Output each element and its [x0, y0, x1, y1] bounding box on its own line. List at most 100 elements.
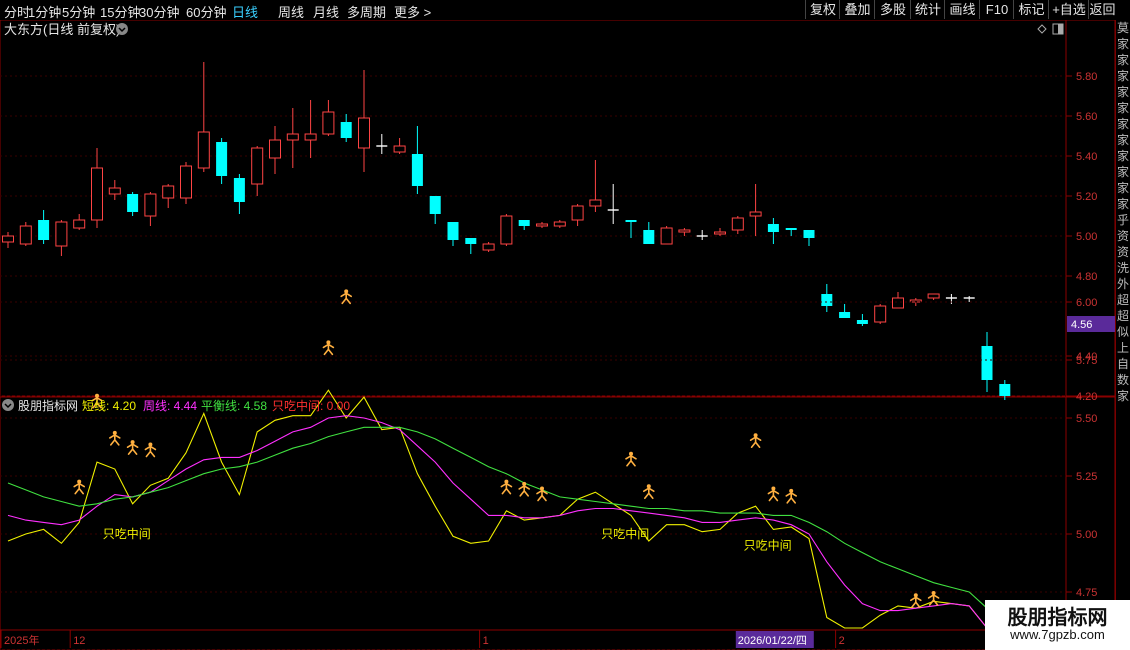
- sidebar-glyph: 自: [1116, 357, 1129, 371]
- toolbar-item-9[interactable]: 多周期: [347, 2, 386, 21]
- toolbar-item-2[interactable]: 5分钟: [62, 2, 95, 21]
- cursor-date-label: 2026/01/22/四: [738, 635, 807, 647]
- indicator-label-1: 周线: 4.44: [143, 399, 197, 413]
- candle-body: [678, 229, 691, 233]
- candle-body: [411, 154, 423, 186]
- sidebar-glyph: 家: [1116, 69, 1129, 83]
- indicator-panel-frame: [0, 396, 1067, 631]
- y-tick-label: 5.40: [1076, 151, 1097, 163]
- candle-body: [19, 225, 32, 245]
- candle-body: [927, 293, 940, 299]
- toolbar-item-4[interactable]: 30分钟: [139, 2, 179, 21]
- signal-annotation: 只吃中间: [744, 538, 792, 553]
- indicator-y-tick-label: 5.25: [1076, 471, 1097, 483]
- indicator-value-labels: 短线: 4.20 周线: 4.44 平衡线: 4.58 只吃中间: 0.00: [82, 398, 350, 413]
- panel-toggle-half-icon: [1058, 24, 1063, 34]
- toolbar-button-7[interactable]: +自选: [1048, 0, 1089, 19]
- stock-title: 大东方(日线 前复权): [4, 22, 120, 37]
- sidebar-glyph: 外: [1116, 277, 1129, 291]
- sidebar-glyph: 家: [1116, 389, 1129, 403]
- sidebar-glyph: 家: [1116, 53, 1129, 67]
- candle-body: [162, 185, 175, 199]
- sidebar-glyph: 家: [1116, 165, 1129, 179]
- y-tick-label: 5.60: [1076, 111, 1097, 123]
- indicator-y-tick-label: 6.00: [1076, 297, 1097, 309]
- candle-body: [785, 228, 797, 230]
- toolbar-item-6[interactable]: 日线: [232, 2, 258, 21]
- toolbar-item-1[interactable]: 1分钟: [28, 2, 61, 21]
- candle-body: [892, 297, 904, 309]
- indicator-label-3: 只吃中间: 0.00: [272, 398, 350, 413]
- candle-body: [216, 142, 228, 176]
- sidebar-glyph: 家: [1116, 85, 1129, 99]
- candle-body: [749, 211, 762, 217]
- right-stock-list[interactable]: 莫家家家家家家家家家家家乎资资洗外超超似上自数家: [1115, 20, 1130, 650]
- candle-body: [518, 220, 530, 226]
- toolbar-item-5[interactable]: 60分钟: [186, 2, 226, 21]
- candle-body: [553, 221, 566, 227]
- toolbar-button-1[interactable]: 叠加: [839, 0, 875, 19]
- title-dropdown-icon[interactable]: [116, 23, 128, 35]
- toolbar-item-10[interactable]: 更多 >: [394, 2, 431, 21]
- toolbar-button-0[interactable]: 复权: [805, 0, 840, 19]
- sidebar-glyph: 上: [1116, 341, 1129, 355]
- candle-body: [2, 235, 14, 243]
- sidebar-glyph: 超: [1116, 309, 1129, 323]
- toolbar-item-3[interactable]: 15分钟: [100, 2, 140, 21]
- y-tick-label: 5.00: [1076, 231, 1097, 243]
- chart-area[interactable]: 5.805.605.405.205.004.804.404.20 只吃中间 只吃中…: [0, 20, 1115, 650]
- indicator-name: 股朋指标网: [18, 398, 78, 413]
- candle-body: [536, 223, 548, 227]
- sidebar-glyph: 莫: [1116, 21, 1129, 35]
- watermark-url: www.7gpzb.com: [1010, 627, 1105, 642]
- toolbar-item-8[interactable]: 月线: [313, 2, 339, 21]
- sidebar-glyph: 洗: [1116, 261, 1129, 275]
- candle-body: [108, 187, 121, 195]
- candle-body: [981, 346, 993, 380]
- current-price-label: 4.56: [1071, 319, 1092, 331]
- candle-body: [304, 133, 317, 141]
- candle-body: [731, 217, 744, 231]
- candle-body: [358, 117, 370, 149]
- sidebar-glyph: 超: [1116, 293, 1129, 307]
- candle-body: [643, 230, 655, 244]
- toolbar-button-5[interactable]: F10: [979, 0, 1014, 19]
- toolbar-button-8[interactable]: 返回: [1088, 0, 1116, 19]
- candle-body: [197, 131, 210, 169]
- candle-body: [625, 220, 637, 222]
- sidebar-glyph: 数: [1116, 373, 1129, 387]
- sidebar-glyph: 似: [1116, 325, 1129, 339]
- period-toolbar: 分时 1分钟 5分钟 15分钟 30分钟 60分钟 日线 周线 月线 多周期 更多 > 复权 叠加 多股统…: [0, 0, 1130, 21]
- indicator-y-tick-label: 5.75: [1076, 355, 1097, 367]
- candle-body: [127, 194, 139, 212]
- candle-body: [233, 178, 245, 202]
- date-label: 2025年: [4, 633, 39, 647]
- toolbar-button-6[interactable]: 标记: [1013, 0, 1049, 19]
- toolbar-button-2[interactable]: 多股: [874, 0, 911, 19]
- y-tick-label: 5.20: [1076, 191, 1097, 203]
- sidebar-glyph: 乎: [1116, 213, 1129, 227]
- indicator-label-0: 短线: 4.20: [82, 399, 136, 413]
- candle-body: [322, 111, 335, 135]
- y-tick-label: 4.80: [1076, 271, 1097, 283]
- candle-body: [660, 227, 673, 245]
- date-axis: [0, 629, 1115, 650]
- candle-body: [589, 199, 602, 207]
- toolbar-button-4[interactable]: 画线: [944, 0, 980, 19]
- indicator-y-tick-label: 5.00: [1076, 529, 1097, 541]
- signal-annotation: 只吃中间: [601, 526, 649, 541]
- indicator-dropdown-icon[interactable]: [2, 399, 14, 411]
- sidebar-glyph: 资: [1116, 229, 1129, 243]
- y-tick-label: 5.80: [1076, 71, 1097, 83]
- toolbar-item-7[interactable]: 周线: [278, 2, 304, 21]
- candle-body: [500, 215, 513, 245]
- toolbar-item-0[interactable]: 分时: [4, 2, 30, 21]
- sidebar-glyph: 家: [1116, 149, 1129, 163]
- candle-body: [91, 167, 103, 221]
- candle-body: [447, 222, 459, 240]
- toolbar-button-3[interactable]: 统计: [910, 0, 945, 19]
- candle-body: [286, 133, 299, 141]
- candle-body: [821, 294, 833, 306]
- candle-body: [465, 238, 477, 244]
- watermark-title: 股朋指标网: [1007, 607, 1108, 629]
